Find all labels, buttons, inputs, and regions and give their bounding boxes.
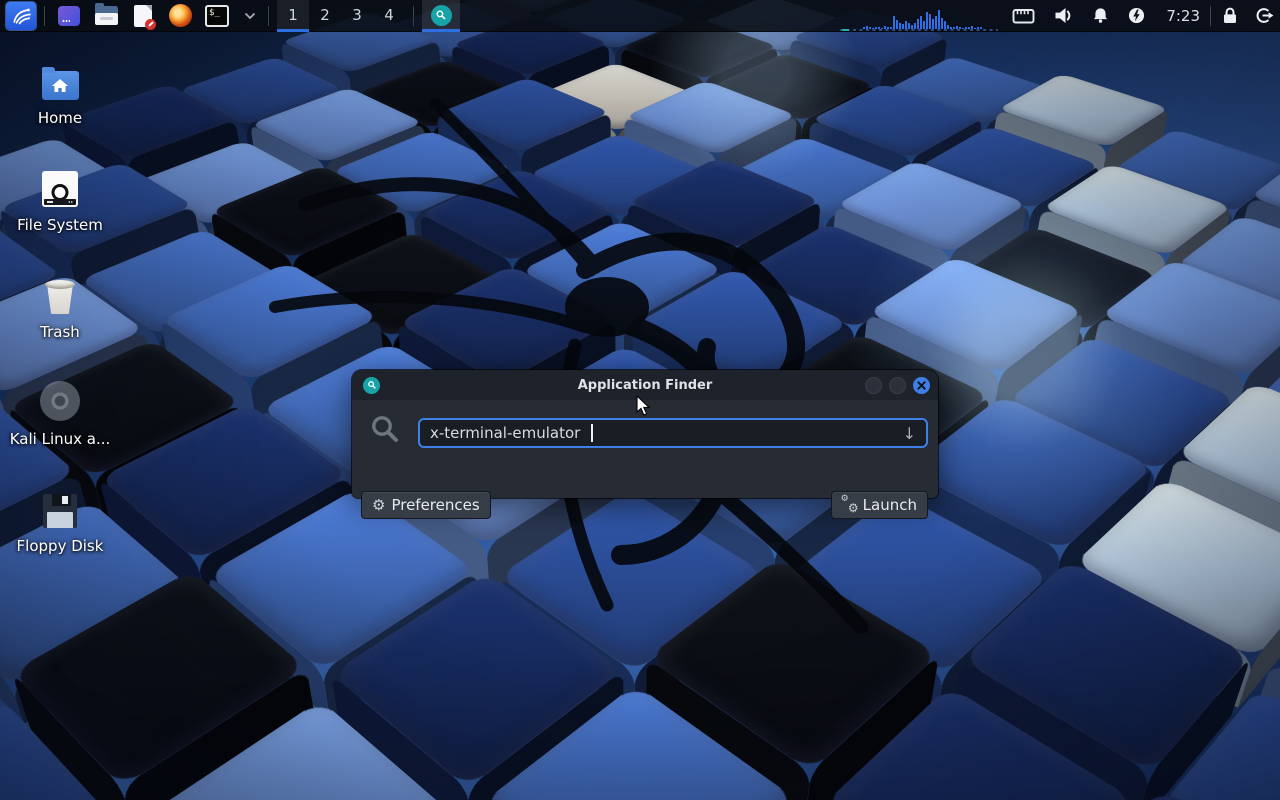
folder-icon [95, 6, 118, 25]
taskbar-application-finder-button[interactable] [422, 0, 460, 32]
launcher-dropdown-button[interactable] [244, 12, 256, 20]
run-gears-icon: ⚙⚙ [842, 497, 857, 513]
dialog-buttons: ⚙ Preferences ⚙⚙ Launch [361, 491, 928, 519]
panel-separator [413, 6, 414, 26]
session-buttons [1221, 7, 1274, 24]
top-panel: $_ 1 2 3 4 [0, 0, 1280, 32]
terminal-launcher[interactable]: $_ [205, 4, 229, 28]
hard-drive-icon [42, 171, 78, 207]
application-finder-icon [363, 377, 380, 394]
desktop-icon-label: File System [17, 216, 103, 234]
text-caret [591, 424, 593, 442]
logout-icon[interactable] [1255, 7, 1274, 24]
desktop-icon-label: Trash [40, 323, 80, 341]
desktop-icon-column: Home File System Trash Kali Linux a... F… [12, 56, 108, 591]
desktop-icon-label: Home [38, 109, 82, 127]
lock-screen-icon[interactable] [1221, 7, 1239, 24]
workspace-4[interactable]: 4 [373, 0, 405, 32]
preferences-button[interactable]: ⚙ Preferences [361, 491, 491, 519]
document-edit-icon [134, 5, 152, 27]
search-input-value: x-terminal-emulator [430, 424, 580, 442]
disc-icon [40, 381, 80, 421]
workspace-switcher: 1 2 3 4 [277, 0, 405, 32]
purple-window-icon [58, 6, 80, 26]
window-controls [865, 377, 930, 394]
cpu-graph-baseline [840, 29, 998, 31]
trash-icon [45, 280, 75, 314]
window-launcher[interactable] [57, 4, 81, 28]
panel-separator [44, 6, 45, 26]
workspace-1[interactable]: 1 [277, 0, 309, 32]
workspace-3[interactable]: 3 [341, 0, 373, 32]
panel-separator [268, 6, 269, 26]
desktop-icon-floppy-disk[interactable]: Floppy Disk [12, 484, 108, 591]
terminal-icon: $_ [205, 5, 229, 27]
chevron-down-icon [244, 12, 256, 20]
application-finder-window: Application Finder x-terminal-emulator ↓… [352, 370, 938, 498]
kali-dragon-silhouette [235, 45, 915, 645]
system-tray: 7:23 [1012, 7, 1202, 25]
applications-menu-button[interactable] [6, 2, 36, 30]
maximize-button[interactable] [889, 377, 906, 394]
desktop-icon-trash[interactable]: Trash [12, 270, 108, 377]
preferences-button-label: Preferences [391, 496, 479, 514]
cpu-graph-bars [863, 10, 982, 29]
home-folder-icon [42, 71, 79, 100]
minimize-button[interactable] [865, 377, 882, 394]
kali-dragon-logo-icon [9, 4, 33, 28]
desktop-icon-file-system[interactable]: File System [12, 163, 108, 270]
search-icon [370, 414, 400, 444]
notifications-bell-icon[interactable] [1092, 7, 1109, 24]
power-manager-icon[interactable] [1128, 7, 1145, 24]
clock[interactable]: 7:23 [1166, 7, 1200, 25]
desktop-icon-label: Floppy Disk [17, 537, 104, 555]
text-editor-launcher[interactable] [131, 4, 155, 28]
mouse-cursor [636, 395, 652, 417]
web-browser-launcher[interactable] [168, 4, 192, 28]
dropdown-arrow-icon[interactable]: ↓ [903, 424, 916, 443]
network-icon[interactable] [1012, 7, 1035, 24]
desktop-icon-kali-docs[interactable]: Kali Linux a... [12, 377, 108, 484]
file-manager-launcher[interactable] [94, 4, 118, 28]
floppy-disk-icon [43, 494, 77, 528]
launcher-bar: $_ [53, 4, 260, 28]
window-title: Application Finder [352, 378, 938, 393]
close-icon [917, 381, 926, 390]
launch-button[interactable]: ⚙⚙ Launch [831, 491, 928, 519]
firefox-icon [169, 4, 192, 27]
volume-icon[interactable] [1054, 7, 1073, 24]
gear-icon: ⚙ [372, 498, 385, 513]
launch-button-label: Launch [863, 496, 917, 514]
close-button[interactable] [913, 377, 930, 394]
cpu-graph[interactable] [840, 0, 998, 32]
desktop-icon-home[interactable]: Home [12, 56, 108, 163]
desktop-icon-label: Kali Linux a... [10, 430, 111, 448]
cpu-graph-marker [842, 29, 849, 31]
search-input[interactable]: x-terminal-emulator ↓ [418, 418, 928, 448]
workspace-2[interactable]: 2 [309, 0, 341, 32]
application-finder-icon [431, 5, 452, 26]
panel-separator [1210, 6, 1211, 26]
